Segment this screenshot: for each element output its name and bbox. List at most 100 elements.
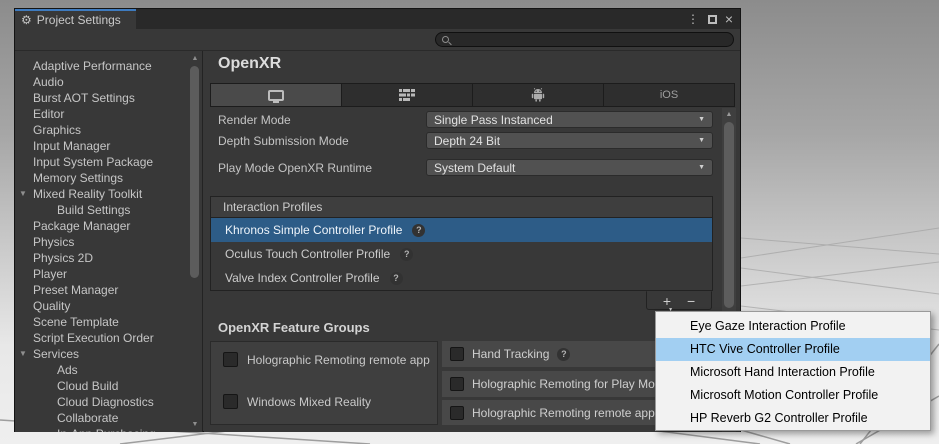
- window-menu-button[interactable]: ⋮: [686, 9, 700, 29]
- sidebar-item-preset-manager[interactable]: Preset Manager: [15, 282, 188, 298]
- help-icon[interactable]: ?: [412, 223, 426, 237]
- window-title: Project Settings: [36, 13, 121, 27]
- settings-category-list: Adaptive Performance Audio Burst AOT Set…: [15, 52, 188, 432]
- gear-icon: ⚙: [21, 13, 32, 27]
- sidebar-item-script-execution-order[interactable]: Script Execution Order: [15, 330, 188, 346]
- sidebar-item-burst-aot-settings[interactable]: Burst AOT Settings: [15, 90, 188, 106]
- scroll-up-icon[interactable]: ▲: [722, 109, 736, 121]
- interaction-profiles-list: Interaction Profiles Khronos Simple Cont…: [210, 196, 713, 291]
- sidebar-item-label: Services: [33, 347, 80, 361]
- hand-tracking-checkbox[interactable]: [450, 347, 464, 361]
- sidebar-item-input-system-package[interactable]: Input System Package: [15, 154, 188, 170]
- sidebar-item-adaptive-performance[interactable]: Adaptive Performance: [15, 58, 188, 74]
- chevron-down-icon: ▼: [698, 137, 705, 144]
- render-mode-dropdown[interactable]: Single Pass Instanced ▼: [426, 111, 713, 128]
- chevron-down-icon: ▼: [698, 164, 705, 171]
- sidebar-item-graphics[interactable]: Graphics: [15, 122, 188, 138]
- project-settings-window: ⚙ Project Settings ⋮ × Adaptive Performa…: [14, 8, 741, 432]
- main-scrollbar-thumb[interactable]: [724, 122, 734, 308]
- profile-label: Khronos Simple Controller Profile: [225, 223, 403, 237]
- feature-label: Hand Tracking: [472, 347, 550, 361]
- sidebar-item-collaborate[interactable]: Collaborate: [15, 410, 188, 426]
- sidebar-item-mixed-reality-toolkit[interactable]: ▼ Mixed Reality Toolkit: [15, 186, 188, 202]
- tab-standalone[interactable]: [211, 84, 342, 106]
- add-profile-context-menu: Eye Gaze Interaction Profile HTC Vive Co…: [655, 311, 931, 431]
- interaction-profiles-header: Interaction Profiles: [211, 197, 712, 218]
- project-settings-tab[interactable]: ⚙ Project Settings: [15, 9, 136, 29]
- tab-ios-label: iOS: [659, 89, 679, 101]
- feature-group-left-box: Holographic Remoting remote app Windows …: [210, 341, 438, 425]
- platform-tab-bar: iOS: [210, 83, 735, 107]
- holographic-remoting-play-mode-checkbox[interactable]: [450, 377, 464, 391]
- profile-row-valve-index[interactable]: Valve Index Controller Profile ?: [211, 266, 712, 290]
- page-title: OpenXR: [218, 55, 282, 72]
- close-button[interactable]: ×: [721, 9, 737, 29]
- feature-windows-mixed-reality: Windows Mixed Reality: [211, 394, 437, 409]
- menu-item-htc-vive[interactable]: HTC Vive Controller Profile: [656, 338, 930, 361]
- menu-item-microsoft-hand[interactable]: Microsoft Hand Interaction Profile: [656, 361, 930, 384]
- list-footer-buttons: + ▼ −: [646, 291, 712, 313]
- sidebar-item-editor[interactable]: Editor: [15, 106, 188, 122]
- add-profile-button[interactable]: + ▼: [663, 294, 673, 313]
- play-mode-runtime-dropdown[interactable]: System Default ▼: [426, 159, 713, 176]
- sidebar-scrollbar[interactable]: ▲ ▼: [188, 52, 202, 432]
- feature-label: Holographic Remoting remote app: [472, 405, 655, 420]
- sidebar-item-physics[interactable]: Physics: [15, 234, 188, 250]
- scroll-up-icon[interactable]: ▲: [188, 53, 202, 65]
- help-icon[interactable]: ?: [400, 247, 414, 261]
- feature-holographic-remoting-remote-app: Holographic Remoting remote app: [211, 352, 437, 367]
- sidebar-item-in-app-purchasing[interactable]: In-App Purchasing: [15, 426, 188, 432]
- play-mode-runtime-value: System Default: [434, 160, 516, 175]
- sidebar-item-services[interactable]: ▼ Services: [15, 346, 188, 362]
- sidebar-item-physics-2d[interactable]: Physics 2D: [15, 250, 188, 266]
- help-icon[interactable]: ?: [557, 347, 571, 361]
- profile-label: Valve Index Controller Profile: [225, 271, 380, 285]
- sidebar-item-cloud-build[interactable]: Cloud Build: [15, 378, 188, 394]
- depth-submission-mode-value: Depth 24 Bit: [434, 133, 501, 148]
- title-bar: ⚙ Project Settings ⋮ ×: [15, 9, 740, 29]
- menu-item-microsoft-motion[interactable]: Microsoft Motion Controller Profile: [656, 384, 930, 407]
- depth-submission-mode-dropdown[interactable]: Depth 24 Bit ▼: [426, 132, 713, 149]
- sidebar-item-label: Mixed Reality Toolkit: [33, 187, 143, 201]
- sidebar-item-build-settings[interactable]: Build Settings: [15, 202, 188, 218]
- sidebar-item-cloud-diagnostics[interactable]: Cloud Diagnostics: [15, 394, 188, 410]
- tab-uwp[interactable]: [342, 84, 473, 106]
- sidebar-item-input-manager[interactable]: Input Manager: [15, 138, 188, 154]
- render-mode-label: Render Mode: [218, 113, 291, 127]
- panel-divider: [202, 51, 203, 432]
- search-icon: [442, 36, 449, 43]
- sidebar-item-audio[interactable]: Audio: [15, 74, 188, 90]
- chevron-down-icon: ▼: [698, 116, 705, 123]
- sidebar-item-package-manager[interactable]: Package Manager: [15, 218, 188, 234]
- sidebar-item-player[interactable]: Player: [15, 266, 188, 282]
- sidebar-scrollbar-thumb[interactable]: [190, 66, 199, 278]
- tab-android[interactable]: [473, 84, 604, 106]
- profile-row-khronos-simple[interactable]: Khronos Simple Controller Profile ?: [211, 218, 712, 242]
- sidebar-item-quality[interactable]: Quality: [15, 298, 188, 314]
- android-robot-icon: [531, 88, 545, 102]
- sidebar-item-scene-template[interactable]: Scene Template: [15, 314, 188, 330]
- windows-mixed-reality-checkbox[interactable]: [223, 394, 238, 409]
- sidebar-item-memory-settings[interactable]: Memory Settings: [15, 170, 188, 186]
- menu-item-eye-gaze[interactable]: Eye Gaze Interaction Profile: [656, 315, 930, 338]
- tab-ios[interactable]: iOS: [604, 84, 734, 106]
- profile-label: Oculus Touch Controller Profile: [225, 247, 391, 261]
- maximize-button[interactable]: [704, 9, 720, 29]
- profile-row-oculus-touch[interactable]: Oculus Touch Controller Profile ?: [211, 242, 712, 266]
- holographic-remoting-remote-app-checkbox[interactable]: [223, 352, 238, 367]
- feature-label: Holographic Remoting remote app: [247, 352, 430, 367]
- foldout-icon[interactable]: ▼: [19, 186, 27, 202]
- remove-profile-button[interactable]: −: [687, 294, 695, 308]
- play-mode-runtime-label: Play Mode OpenXR Runtime: [218, 161, 373, 175]
- help-icon[interactable]: ?: [389, 271, 403, 285]
- render-mode-value: Single Pass Instanced: [434, 112, 553, 127]
- holographic-remoting-remote-app-2-checkbox[interactable]: [450, 405, 464, 420]
- menu-item-hp-reverb-g2[interactable]: HP Reverb G2 Controller Profile: [656, 407, 930, 430]
- feature-label: Windows Mixed Reality: [247, 394, 372, 409]
- feature-groups-heading: OpenXR Feature Groups: [218, 320, 370, 335]
- search-box[interactable]: [435, 32, 734, 47]
- search-input[interactable]: [453, 33, 723, 46]
- sidebar-item-ads[interactable]: Ads: [15, 362, 188, 378]
- scroll-down-icon[interactable]: ▼: [188, 419, 202, 431]
- foldout-icon[interactable]: ▼: [19, 346, 27, 362]
